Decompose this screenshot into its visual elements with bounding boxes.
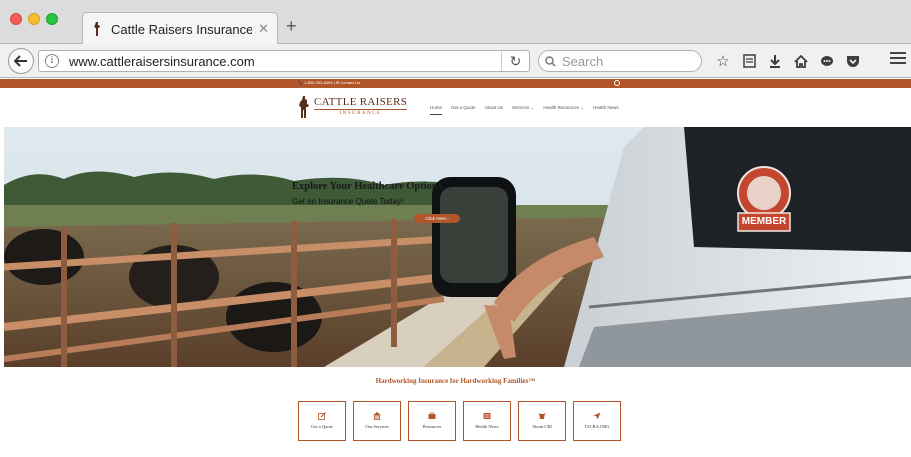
hamburger-menu-icon[interactable] (890, 52, 906, 67)
nav-item-about-us[interactable]: About Us (485, 105, 504, 115)
click-here-button[interactable]: Click Here › (414, 214, 460, 223)
horse-favicon-icon (91, 22, 103, 36)
logo-sub-text: INSURANCE (314, 109, 408, 117)
chat-icon[interactable] (814, 51, 840, 71)
site-nav: Home Get a Quote About Us Services ⌄ Hea… (430, 105, 619, 115)
back-button[interactable] (8, 48, 34, 74)
download-icon[interactable] (762, 51, 788, 71)
tab-active[interactable]: Cattle Raisers Insurance – ... ✕ (82, 12, 278, 45)
edit-icon (318, 412, 326, 421)
arrow-left-icon (14, 55, 27, 67)
tile-label: TSCRA.ORG (584, 424, 610, 430)
search-placeholder: Search (562, 53, 604, 69)
tab-close-icon[interactable]: ✕ (258, 21, 269, 37)
navigation-toolbar: i www.cattleraisersinsurance.com ↻ Searc… (0, 44, 911, 78)
site-logo[interactable]: CATTLE RAISERS INSURANCE (298, 96, 408, 118)
tile-label: About CRI (532, 424, 552, 430)
nav-item-services[interactable]: Services ⌄ (512, 105, 534, 115)
cow-icon (538, 413, 546, 420)
tab-strip: Cattle Raisers Insurance – ... ✕ + (0, 0, 911, 45)
url-text[interactable]: www.cattleraisersinsurance.com (69, 54, 501, 69)
tab-title: Cattle Raisers Insurance – ... (111, 21, 253, 37)
reload-button[interactable]: ↻ (501, 51, 529, 71)
send-icon (593, 412, 601, 420)
webpage: 📞 1-800-252-8405 | ✉ Contact Us CATTLE R… (0, 79, 911, 457)
tile-label: Get a Quote (311, 424, 333, 430)
maximize-window-button[interactable] (46, 13, 58, 25)
briefcase-icon (428, 412, 436, 420)
nav-item-home[interactable]: Home (430, 105, 443, 115)
hero-headline: Explore Your Healthcare Options (292, 181, 442, 192)
tile-label: Health News (475, 424, 499, 430)
quick-link-tiles: Get a Quote Our Services Resources Healt… (298, 401, 621, 441)
logo-text: CATTLE RAISERS INSURANCE (314, 96, 408, 117)
tile-tscra-org[interactable]: TSCRA.ORG (573, 401, 621, 441)
contact-info[interactable]: 📞 1-800-252-8405 | ✉ Contact Us (298, 80, 360, 85)
close-window-button[interactable] (10, 13, 22, 25)
nav-item-health-news[interactable]: Health News (593, 105, 619, 115)
home-icon[interactable] (788, 51, 814, 71)
site-header: CATTLE RAISERS INSURANCE Home Get a Quot… (0, 88, 911, 127)
site-top-bar: 📞 1-800-252-8405 | ✉ Contact Us (0, 79, 911, 88)
hero-photo (4, 127, 911, 367)
hero-subhead: Get an Insurance Quote Today! (292, 197, 404, 206)
tile-label: Our Services (365, 424, 389, 430)
toolbar-icons: ☆ (710, 51, 866, 71)
new-tab-button[interactable]: + (286, 16, 297, 36)
bookmark-star-icon[interactable]: ☆ (710, 51, 736, 71)
browser-window: Cattle Raisers Insurance – ... ✕ + i www… (0, 0, 911, 457)
tile-about-cri[interactable]: About CRI (518, 401, 566, 441)
nav-item-get-a-quote[interactable]: Get a Quote (451, 105, 476, 115)
tile-resources[interactable]: Resources (408, 401, 456, 441)
hero-banner: MEMBER Explore Your Healthcare Options G… (4, 127, 911, 367)
nav-item-health-resources[interactable]: Health Resources ⌄ (543, 105, 584, 115)
horse-rider-logo-icon (299, 96, 309, 118)
site-search-icon[interactable] (614, 80, 620, 86)
tagline: Hardworking Insurance for Hardworking Fa… (375, 377, 536, 385)
address-bar[interactable]: i www.cattleraisersinsurance.com ↻ (38, 50, 530, 72)
member-sticker-text: MEMBER (741, 216, 787, 227)
pocket-icon[interactable] (840, 51, 866, 71)
tile-health-news[interactable]: Health News (463, 401, 511, 441)
building-icon (373, 412, 381, 421)
tile-our-services[interactable]: Our Services (353, 401, 401, 441)
search-icon (545, 55, 556, 67)
logo-main-text: CATTLE RAISERS (314, 96, 408, 108)
newspaper-icon (483, 413, 491, 420)
minimize-window-button[interactable] (28, 13, 40, 25)
search-input[interactable]: Search (538, 50, 702, 72)
tile-label: Resources (422, 424, 442, 430)
info-icon[interactable]: i (45, 54, 59, 68)
reading-list-icon[interactable] (736, 51, 762, 71)
window-controls (10, 13, 58, 25)
tile-get-a-quote[interactable]: Get a Quote (298, 401, 346, 441)
